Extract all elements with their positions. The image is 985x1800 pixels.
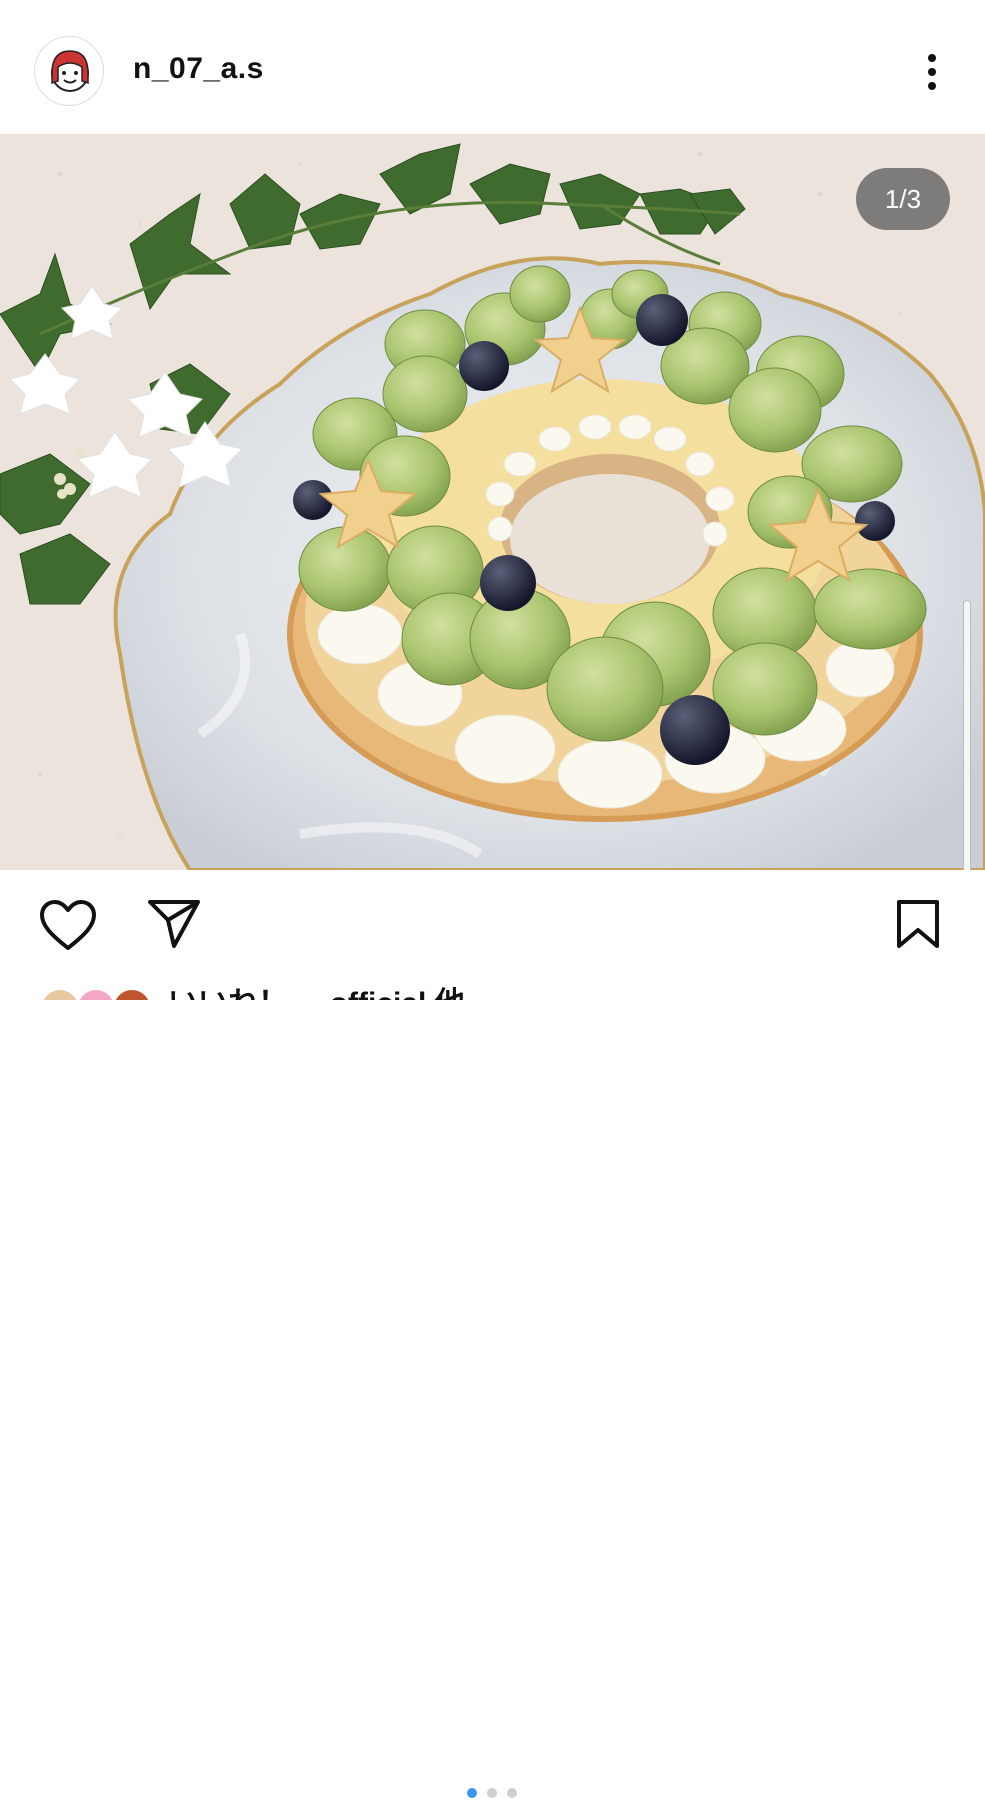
- username[interactable]: n_07_a.s: [133, 52, 264, 86]
- liker-avatar: [40, 988, 80, 1000]
- dot-inactive: [487, 1788, 497, 1798]
- liker-avatar: [112, 988, 152, 1000]
- send-icon: [148, 900, 200, 948]
- heart-icon: [40, 900, 96, 950]
- likes-text: いいね！ ... official 他: [168, 982, 465, 1000]
- save-button[interactable]: [895, 898, 941, 950]
- tart-photo-illustration: [0, 134, 985, 870]
- share-button[interactable]: [146, 898, 202, 950]
- slide-counter: 1/3: [856, 168, 950, 230]
- action-bar: [0, 870, 985, 1798]
- avatar-illustration: [51, 50, 89, 92]
- scrollbar[interactable]: [963, 600, 971, 870]
- post-photo[interactable]: 1/3: [0, 134, 985, 870]
- dot-active: [467, 1788, 477, 1798]
- likes-row[interactable]: いいね！ ... official 他: [0, 982, 985, 1000]
- like-button[interactable]: [38, 898, 98, 954]
- dot-inactive: [507, 1788, 517, 1798]
- liker-avatar: [76, 988, 116, 1000]
- more-options-button[interactable]: [910, 48, 954, 96]
- more-vertical-icon: [928, 54, 936, 62]
- post-header: n_07_a.s: [0, 0, 985, 134]
- user-avatar[interactable]: [34, 36, 104, 106]
- bookmark-icon: [897, 900, 939, 948]
